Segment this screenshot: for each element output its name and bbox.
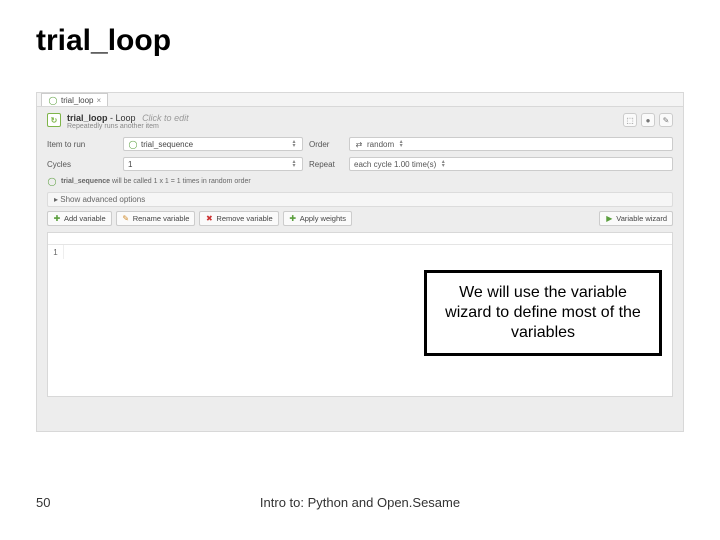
sequence-icon: ◯	[47, 176, 57, 186]
button-label: Variable wizard	[616, 214, 667, 223]
repeat-label: Repeat	[309, 160, 343, 169]
footer-title: Intro to: Python and Open.Sesame	[36, 495, 684, 510]
tab-trial-loop[interactable]: ◯ trial_loop ×	[41, 93, 108, 106]
status-suffix: will be called 1 x 1 = 1 times in random…	[110, 178, 251, 185]
show-advanced-toggle[interactable]: ▸ Show advanced options	[47, 192, 673, 207]
order-select[interactable]: ⇄ random ▴▾	[349, 137, 673, 151]
row-number: 1	[48, 245, 64, 259]
slide-title: trial_loop	[36, 24, 171, 58]
advanced-label: Show advanced options	[60, 195, 145, 204]
add-variable-button[interactable]: ✚ Add variable	[47, 211, 112, 226]
pencil-icon: ✎	[122, 215, 130, 223]
close-icon[interactable]: ×	[96, 96, 101, 105]
cycles-label: Cycles	[47, 160, 117, 169]
click-to-edit-hint: Click to edit	[142, 113, 189, 123]
status-line: ◯ trial_sequence will be called 1 x 1 = …	[37, 174, 683, 188]
loop-header: ↻ trial_loop - Loop Click to edit Repeat…	[37, 107, 683, 134]
play-icon: ▶	[605, 215, 613, 223]
button-label: Rename variable	[133, 214, 190, 223]
loop-icon: ↻	[47, 113, 61, 127]
stepper-icon[interactable]: ▴▾	[290, 160, 298, 168]
settings-button[interactable]: ✎	[659, 113, 673, 127]
button-label: Remove variable	[216, 214, 272, 223]
remove-variable-button[interactable]: ✖ Remove variable	[199, 211, 278, 226]
loop-type: Loop	[116, 113, 136, 123]
cycles-input[interactable]: 1 ▴▾	[123, 157, 303, 171]
stepper-icon: ▴▾	[290, 140, 298, 148]
cycles-value: 1	[128, 160, 287, 169]
repeat-value: each cycle 1.00 time(s)	[354, 160, 436, 169]
button-label: Apply weights	[300, 214, 346, 223]
loop-icon: ◯	[48, 95, 58, 105]
opensesame-window: ◯ trial_loop × ↻ trial_loop - Loop Click…	[36, 92, 684, 432]
item-to-run-select[interactable]: ◯ trial_sequence ▴▾	[123, 137, 303, 151]
status-prefix: trial_sequence	[61, 178, 110, 185]
plus-icon: ✚	[53, 215, 61, 223]
variable-wizard-button[interactable]: ▶ Variable wizard	[599, 211, 673, 226]
table-header	[48, 233, 672, 245]
repeat-input[interactable]: each cycle 1.00 time(s) ▴▾	[349, 157, 673, 171]
shuffle-icon: ⇄	[354, 139, 364, 149]
variable-toolbar: ✚ Add variable ✎ Rename variable ✖ Remov…	[47, 211, 673, 226]
order-label: Order	[309, 140, 343, 149]
item-to-run-value: trial_sequence	[141, 140, 287, 149]
help-button[interactable]: ⬚	[623, 113, 637, 127]
order-value: random	[367, 140, 394, 149]
slide-footer: 50 Intro to: Python and Open.Sesame	[36, 495, 684, 510]
loop-name[interactable]: trial_loop	[67, 113, 108, 123]
sequence-icon: ◯	[128, 139, 138, 149]
stepper-icon[interactable]: ▴▾	[439, 160, 447, 168]
item-to-run-label: Item to run	[47, 140, 117, 149]
annotation-callout: We will use the variable wizard to defin…	[424, 270, 662, 356]
apply-weights-button[interactable]: ✚ Apply weights	[283, 211, 352, 226]
x-icon: ✖	[205, 215, 213, 223]
button-label: Add variable	[64, 214, 106, 223]
stepper-icon: ▴▾	[397, 140, 405, 148]
tab-label: trial_loop	[61, 96, 93, 105]
loop-subtitle: Repeatedly runs another item	[67, 123, 189, 130]
script-button[interactable]: ●	[641, 113, 655, 127]
plus-icon: ✚	[289, 215, 297, 223]
rename-variable-button[interactable]: ✎ Rename variable	[116, 211, 196, 226]
tab-bar: ◯ trial_loop ×	[37, 93, 683, 107]
